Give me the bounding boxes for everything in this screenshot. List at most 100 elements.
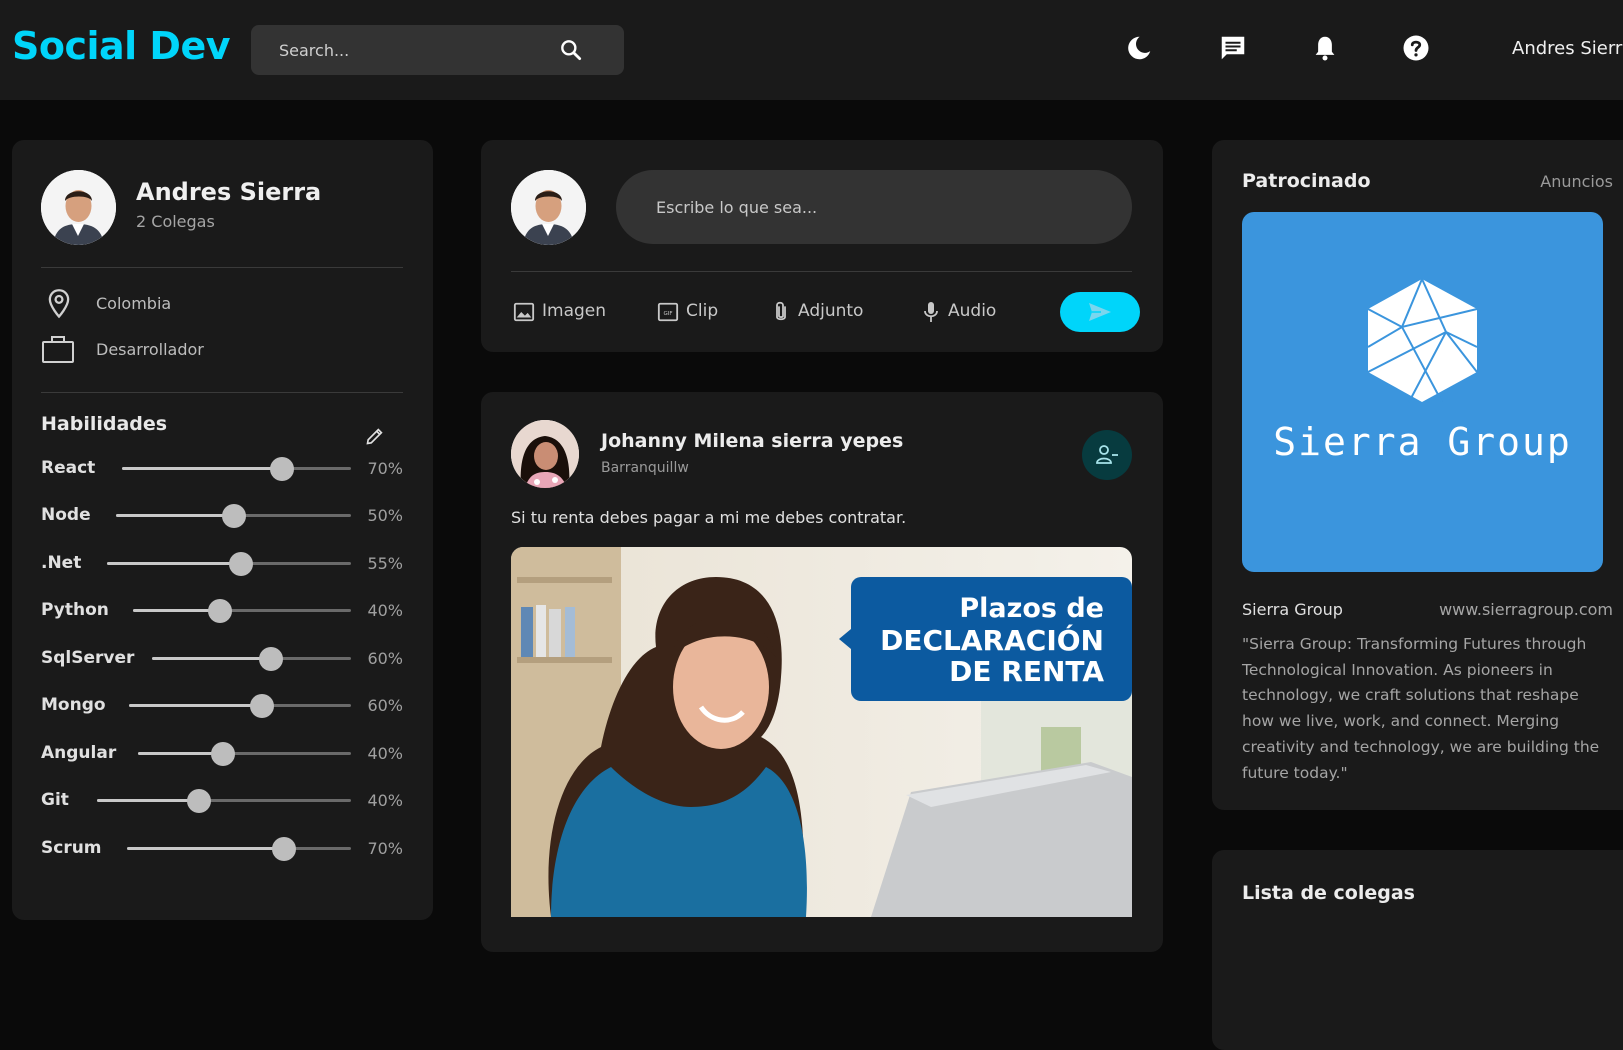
microphone-icon [924, 302, 938, 322]
skill-row: Python 40% [41, 597, 403, 623]
skill-slider[interactable] [97, 789, 351, 813]
skill-slider-fill [133, 609, 221, 612]
profile-card: Andres Sierra 2 Colegas Colombia Desarro… [12, 140, 433, 920]
post-card: Johanny Milena sierra yepes Barranquillw… [481, 392, 1163, 952]
colleague-count: 2 Colegas [136, 212, 215, 231]
skill-slider-fill [97, 799, 199, 802]
post-image-title-line-2: DECLARACIÓN [880, 624, 1104, 657]
skill-percent: 40% [367, 791, 403, 810]
post-image-title-line-3: DE RENTA [949, 655, 1104, 688]
skill-slider-fill [107, 562, 242, 565]
skill-slider[interactable] [133, 599, 351, 623]
skill-slider-thumb[interactable] [259, 647, 284, 671]
skill-slider-thumb[interactable] [211, 742, 236, 766]
chat-icon[interactable] [1218, 33, 1248, 63]
skill-slider-thumb[interactable] [208, 599, 233, 623]
skill-slider-thumb[interactable] [271, 837, 296, 861]
profile-location: Colombia [96, 294, 172, 313]
send-post-button[interactable] [1060, 292, 1140, 332]
skill-percent: 40% [367, 744, 403, 763]
help-icon[interactable] [1401, 33, 1431, 63]
audio-label: Audio [948, 301, 997, 321]
sponsored-title: Patrocinado [1242, 170, 1371, 192]
post-author-name[interactable]: Johanny Milena sierra yepes [601, 430, 903, 452]
profile-name[interactable]: Andres Sierra [136, 178, 321, 206]
skill-slider-fill [116, 514, 234, 517]
skill-name: Mongo [41, 695, 106, 715]
composer-avatar[interactable] [511, 170, 586, 245]
skills-title: Habilidades [41, 413, 168, 435]
post-image[interactable]: Plazos de DECLARACIÓN DE RENTA [511, 547, 1132, 917]
skill-row: Mongo 60% [41, 692, 403, 718]
sponsor-banner-image[interactable]: Sierra Group [1242, 212, 1603, 572]
post-author-avatar[interactable] [511, 420, 579, 488]
skill-name: Git [41, 790, 69, 810]
skill-name: Angular [41, 743, 117, 763]
svg-text:GIF: GIF [663, 311, 672, 317]
post-composer-input[interactable] [616, 170, 1132, 244]
skill-row: Scrum 70% [41, 835, 403, 861]
add-clip-button[interactable]: GIF Clip [657, 297, 727, 327]
sponsor-description: "Sierra Group: Transforming Futures thro… [1242, 635, 1600, 782]
edit-pencil-icon[interactable] [365, 426, 385, 446]
skill-name: SqlServer [41, 648, 135, 668]
moon-icon[interactable] [1124, 33, 1154, 63]
skill-name: Scrum [41, 838, 102, 858]
skill-slider-thumb[interactable] [186, 789, 211, 813]
sponsor-banner-text: Sierra Group [1273, 420, 1572, 464]
search-box [251, 25, 624, 75]
skill-slider-thumb[interactable] [270, 457, 295, 481]
skill-percent: 55% [367, 554, 403, 573]
skill-percent: 60% [367, 696, 403, 715]
bell-icon[interactable] [1310, 33, 1340, 63]
skill-row: Node 50% [41, 502, 403, 528]
briefcase-icon [42, 336, 74, 363]
search-input[interactable] [279, 38, 559, 62]
skill-slider[interactable] [107, 552, 351, 576]
friends-list-title: Lista de colegas [1242, 882, 1415, 904]
paperclip-icon [776, 301, 786, 321]
skill-slider-fill [152, 657, 272, 660]
skill-slider-fill [129, 704, 263, 707]
sponsor-website-link[interactable]: www.sierragroup.com [1439, 600, 1613, 619]
skill-name: React [41, 458, 96, 478]
clip-label: Clip [686, 301, 719, 321]
add-image-button[interactable]: Imagen [511, 297, 611, 327]
skill-slider[interactable] [116, 504, 351, 528]
sponsored-card: Patrocinado Anuncios Sierra Group Sierra… [1212, 140, 1623, 810]
profile-avatar[interactable] [41, 170, 116, 245]
attachment-label: Adjunto [798, 301, 864, 321]
skill-slider-thumb[interactable] [250, 694, 275, 718]
nav-user-name[interactable]: Andres Sierra [1512, 38, 1623, 59]
brand-logo[interactable]: Social Dev [12, 24, 231, 68]
search-icon[interactable] [558, 37, 584, 63]
add-audio-button[interactable]: Audio [921, 297, 1011, 327]
skill-slider-thumb[interactable] [221, 504, 246, 528]
add-friend-button[interactable] [1082, 430, 1132, 480]
skill-row: .Net 55% [41, 550, 403, 576]
post-text: Si tu renta debes pagar a mi me debes co… [511, 508, 907, 527]
skill-percent: 70% [367, 839, 403, 858]
sierra-group-logo [1367, 278, 1478, 403]
top-navbar: Social Dev Andres Sierra [0, 0, 1623, 100]
skill-slider[interactable] [152, 647, 351, 671]
skill-name: .Net [41, 553, 82, 573]
gif-icon: GIF [657, 302, 679, 322]
skill-slider[interactable] [129, 694, 351, 718]
skill-percent: 60% [367, 649, 403, 668]
send-icon [1089, 303, 1111, 321]
skill-percent: 70% [367, 459, 403, 478]
skill-row: SqlServer 60% [41, 645, 403, 671]
skill-slider[interactable] [122, 457, 351, 481]
skill-row: React 70% [41, 455, 403, 481]
skill-slider[interactable] [138, 742, 351, 766]
skill-slider-thumb[interactable] [229, 552, 254, 576]
ads-label[interactable]: Anuncios [1540, 172, 1613, 191]
add-attachment-button[interactable]: Adjunto [771, 297, 871, 327]
skill-slider[interactable] [127, 837, 351, 861]
location-pin-icon [48, 289, 70, 319]
post-author-location: Barranquillw [601, 460, 689, 476]
profile-occupation: Desarrollador [96, 340, 204, 359]
skill-percent: 40% [367, 601, 403, 620]
skill-name: Node [41, 505, 91, 525]
